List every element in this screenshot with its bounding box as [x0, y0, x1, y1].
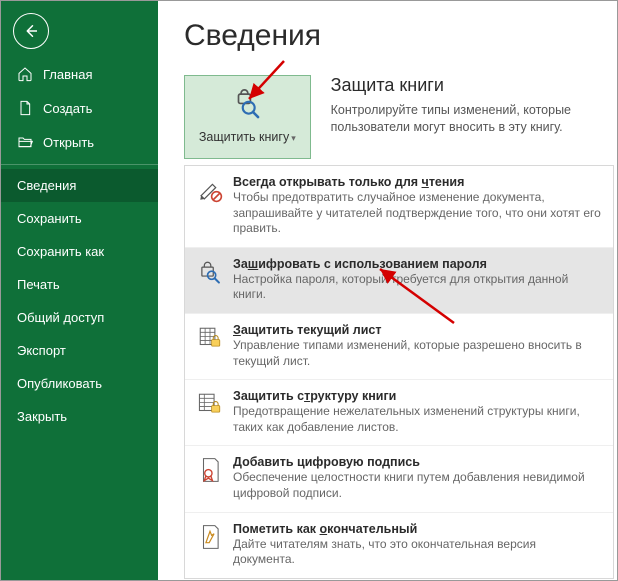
protect-menu: Всегда открывать только для чтения Чтобы… [184, 165, 614, 579]
sidebar-item-label: Экспорт [17, 343, 66, 358]
sidebar-item-label: Общий доступ [17, 310, 104, 325]
menu-item-encrypt-password[interactable]: Зашифровать с использованием пароля Наст… [185, 248, 613, 314]
menu-item-desc: Настройка пароля, который требуется для … [233, 272, 601, 303]
sidebar-item-info[interactable]: Сведения [1, 169, 158, 202]
protect-workbook-button-label: Защитить книгу▾ [199, 130, 296, 145]
sidebar-item-label: Закрыть [17, 409, 67, 424]
menu-item-title: Защитить текущий лист [233, 323, 601, 337]
ribbon-icon [197, 457, 223, 483]
info-panel: Сведения Защитить книгу▾ Защита книги Ко… [158, 1, 617, 580]
new-file-icon [17, 100, 33, 116]
menu-item-title: Защитить структуру книги [233, 389, 601, 403]
lock-search-icon [197, 259, 223, 285]
back-arrow-icon [22, 22, 40, 40]
menu-item-open-read-only[interactable]: Всегда открывать только для чтения Чтобы… [185, 166, 613, 248]
menu-item-protect-sheet[interactable]: Защитить текущий лист Управление типами … [185, 314, 613, 380]
sidebar-item-save-as[interactable]: Сохранить как [1, 235, 158, 268]
back-button[interactable] [13, 13, 49, 49]
sidebar-item-label: Сохранить как [17, 244, 104, 259]
sidebar-item-label: Сведения [17, 178, 76, 193]
sidebar-item-share[interactable]: Общий доступ [1, 301, 158, 334]
menu-item-mark-final[interactable]: Пометить как окончательный Дайте читател… [185, 513, 613, 578]
pencil-block-icon [197, 177, 223, 203]
book-lock-icon [197, 391, 223, 417]
sidebar-item-label: Сохранить [17, 211, 82, 226]
sidebar-item-new[interactable]: Создать [1, 91, 158, 125]
menu-item-protect-structure[interactable]: Защитить структуру книги Предотвращение … [185, 380, 613, 446]
sidebar-item-save[interactable]: Сохранить [1, 202, 158, 235]
open-folder-icon [17, 134, 33, 150]
backstage-sidebar: Главная Создать Открыть Сведения Сохрани… [1, 1, 158, 580]
menu-item-desc: Предотвращение нежелательных изменений с… [233, 404, 601, 435]
sidebar-item-label: Главная [43, 67, 92, 82]
sheet-lock-icon [197, 325, 223, 351]
menu-item-desc: Дайте читателям знать, что это окончател… [233, 537, 601, 568]
page-title: Сведения [184, 19, 599, 53]
menu-item-title: Зашифровать с использованием пароля [233, 257, 601, 271]
menu-item-desc: Чтобы предотвратить случайное изменение … [233, 190, 601, 237]
protect-section: Защитить книгу▾ Защита книги Контролируй… [184, 75, 599, 159]
sidebar-item-label: Открыть [43, 135, 94, 150]
sidebar-item-print[interactable]: Печать [1, 268, 158, 301]
menu-item-desc: Обеспечение целостности книги путем доба… [233, 470, 601, 501]
sidebar-item-label: Создать [43, 101, 92, 116]
sidebar-item-publish[interactable]: Опубликовать [1, 367, 158, 400]
menu-item-title: Всегда открывать только для чтения [233, 175, 601, 189]
sidebar-item-open[interactable]: Открыть [1, 125, 158, 165]
sidebar-item-export[interactable]: Экспорт [1, 334, 158, 367]
menu-item-desc: Управление типами изменений, которые раз… [233, 338, 601, 369]
menu-item-digital-signature[interactable]: Добавить цифровую подпись Обеспечение це… [185, 446, 613, 512]
sidebar-item-close[interactable]: Закрыть [1, 400, 158, 433]
protect-workbook-button[interactable]: Защитить книгу▾ [184, 75, 311, 159]
menu-item-title: Пометить как окончательный [233, 522, 601, 536]
protect-heading: Защита книги [331, 75, 599, 96]
protect-description: Контролируйте типы изменений, которые по… [331, 102, 599, 136]
menu-item-title: Добавить цифровую подпись [233, 455, 601, 469]
chevron-down-icon: ▾ [291, 133, 296, 144]
protect-info: Защита книги Контролируйте типы изменени… [331, 75, 599, 136]
final-icon [197, 524, 223, 550]
sidebar-item-label: Печать [17, 277, 60, 292]
sidebar-item-label: Опубликовать [17, 376, 102, 391]
protect-workbook-icon [230, 89, 264, 126]
sidebar-item-home[interactable]: Главная [1, 57, 158, 91]
home-icon [17, 66, 33, 82]
